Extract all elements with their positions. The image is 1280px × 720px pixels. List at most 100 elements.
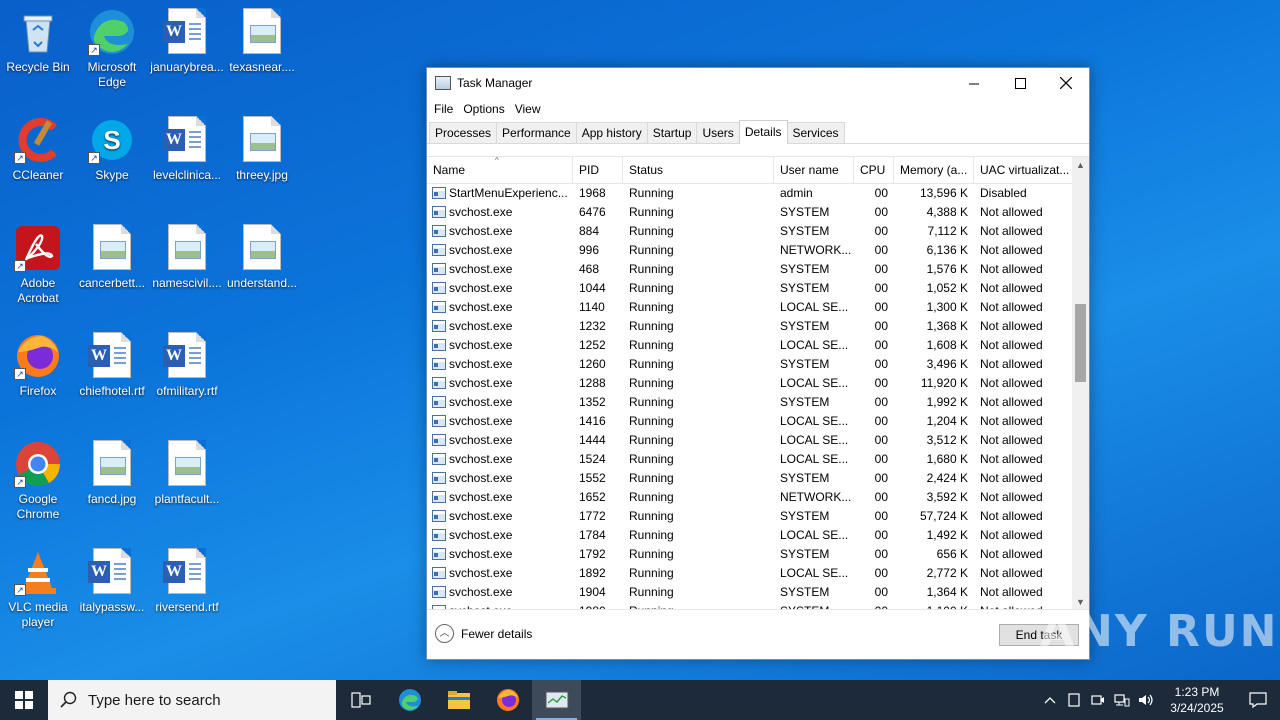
column-uac-virtualization[interactable]: UAC virtualizat... <box>974 157 1073 183</box>
menu-file[interactable]: File <box>429 102 458 116</box>
table-row[interactable]: svchost.exe 1416 Running LOCAL SE... 00 1,204… <box>427 412 1089 431</box>
desktop-icon[interactable]: Wofmilitary.rtf <box>149 332 225 399</box>
table-row[interactable]: svchost.exe 1232 Running SYSTEM 00 1,368 K Not… <box>427 317 1089 336</box>
table-row[interactable]: svchost.exe 1652 Running NETWORK... 00 3,592 … <box>427 488 1089 507</box>
desktop-icon[interactable]: understand... <box>224 224 300 291</box>
tray-meet-icon[interactable] <box>1086 680 1110 720</box>
desktop-icon[interactable]: ↗ Firefox <box>0 332 76 399</box>
cell-user-name: LOCAL SE... <box>780 300 849 314</box>
column-headers: ^ Name PID Status User name CPU Memory (… <box>427 157 1089 184</box>
cell-uac: Not allowed <box>980 433 1043 447</box>
desktop-icon[interactable]: ↗ Google Chrome <box>0 440 76 522</box>
process-icon <box>432 244 446 256</box>
table-row[interactable]: svchost.exe 6476 Running SYSTEM 00 4,388 K Not… <box>427 203 1089 222</box>
notifications-button[interactable] <box>1236 680 1280 720</box>
show-hidden-icons-button[interactable] <box>1038 680 1062 720</box>
table-row[interactable]: svchost.exe 468 Running SYSTEM 00 1,576 K Not … <box>427 260 1089 279</box>
tab-details[interactable]: Details <box>738 120 788 144</box>
desktop-icon[interactable]: Witalypassw... <box>74 548 150 615</box>
table-row[interactable]: svchost.exe 1772 Running SYSTEM 00 57,724 K No… <box>427 507 1089 526</box>
table-row[interactable]: svchost.exe 1792 Running SYSTEM 00 656 K Not a… <box>427 545 1089 564</box>
desktop-icon-label: italypassw... <box>79 600 145 614</box>
search-box[interactable]: Type here to search <box>48 680 336 720</box>
column-cpu[interactable]: CPU <box>854 157 894 183</box>
desktop-icon[interactable]: plantfacult... <box>149 440 225 507</box>
cell-memory: 1,204 K <box>926 414 968 428</box>
table-row[interactable]: StartMenuExperienc... 1968 Running admin 00 1… <box>427 184 1089 203</box>
table-row[interactable]: svchost.exe 1444 Running LOCAL SE... 00 3,512… <box>427 431 1089 450</box>
desktop-icon[interactable]: ↗ Microsoft Edge <box>74 8 150 90</box>
table-row[interactable]: svchost.exe 1892 Running LOCAL SE... 00 2,772… <box>427 564 1089 583</box>
menu-options[interactable]: Options <box>458 102 509 116</box>
desktop-icon[interactable]: Wchiefhotel.rtf <box>74 332 150 399</box>
desktop-icon[interactable]: cancerbett... <box>74 224 150 291</box>
table-row[interactable]: svchost.exe 1352 Running SYSTEM 00 1,992 K Not… <box>427 393 1089 412</box>
desktop-icon[interactable]: ↗ VLC media player <box>0 548 76 630</box>
table-row[interactable]: svchost.exe 1140 Running LOCAL SE... 00 1,300… <box>427 298 1089 317</box>
taskbar-task-manager[interactable] <box>532 680 581 720</box>
cell-user-name: NETWORK... <box>780 490 852 504</box>
process-name: svchost.exe <box>449 376 513 390</box>
tab-app-history[interactable]: App history <box>575 122 648 143</box>
cell-user-name: SYSTEM <box>780 281 830 295</box>
desktop-icon[interactable]: namescivil.... <box>149 224 225 291</box>
table-row[interactable]: svchost.exe 996 Running NETWORK... 00 6,136 K… <box>427 241 1089 260</box>
table-row[interactable]: svchost.exe 1044 Running SYSTEM 00 1,052 K Not… <box>427 279 1089 298</box>
desktop-icon[interactable]: threey.jpg <box>224 116 300 183</box>
desktop-icon[interactable]: Wjanuarybrea... <box>149 8 225 75</box>
maximize-button[interactable] <box>997 68 1043 98</box>
cell-user-name: LOCAL SE... <box>780 433 849 447</box>
desktop-icon[interactable]: texasnear.... <box>224 8 300 75</box>
tab-services[interactable]: Services <box>786 122 845 143</box>
desktop-icon[interactable]: Wriversend.rtf <box>149 548 225 615</box>
table-row[interactable]: svchost.exe 1904 Running SYSTEM 00 1,364 K Not… <box>427 583 1089 602</box>
column-memory[interactable]: Memory (a... <box>894 157 974 183</box>
menu-view[interactable]: View <box>510 102 546 116</box>
close-button[interactable] <box>1043 68 1089 98</box>
scroll-thumb[interactable] <box>1075 304 1086 382</box>
title-bar[interactable]: Task Manager <box>427 68 1089 98</box>
tray-app-icon[interactable] <box>1062 680 1086 720</box>
desktop-icon[interactable]: S ↗ Skype <box>74 116 150 183</box>
column-name[interactable]: Name <box>427 157 573 183</box>
table-row[interactable]: svchost.exe 1552 Running SYSTEM 00 2,424 K Not… <box>427 469 1089 488</box>
tab-users[interactable]: Users <box>696 122 740 143</box>
cell-pid: 1232 <box>579 319 606 333</box>
table-row[interactable]: svchost.exe 1252 Running LOCAL SE... 00 1,608… <box>427 336 1089 355</box>
taskbar-edge[interactable] <box>385 680 434 720</box>
column-user-name[interactable]: User name <box>774 157 854 183</box>
network-button[interactable] <box>1110 680 1134 720</box>
cell-user-name: LOCAL SE... <box>780 452 849 466</box>
desktop-icon[interactable]: Wlevelclinica... <box>149 116 225 183</box>
vertical-scrollbar[interactable]: ▲ ▼ <box>1072 157 1089 610</box>
column-status[interactable]: Status <box>623 157 774 183</box>
table-row[interactable]: svchost.exe 1288 Running LOCAL SE... 00 11,92… <box>427 374 1089 393</box>
tab-performance[interactable]: Performance <box>496 122 577 143</box>
tab-startup[interactable]: Startup <box>646 122 698 143</box>
task-view-button[interactable] <box>336 680 385 720</box>
taskbar-file-explorer[interactable] <box>434 680 483 720</box>
minimize-button[interactable] <box>951 68 997 98</box>
clock[interactable]: 1:23 PM 3/24/2025 <box>1158 684 1236 716</box>
table-row[interactable]: svchost.exe 1260 Running SYSTEM 00 3,496 K Not… <box>427 355 1089 374</box>
start-button[interactable] <box>0 680 48 720</box>
desktop-icon[interactable]: fancd.jpg <box>74 440 150 507</box>
volume-button[interactable] <box>1134 680 1158 720</box>
cell-name: svchost.exe <box>427 450 573 469</box>
taskbar-firefox[interactable] <box>483 680 532 720</box>
clock-date: 3/24/2025 <box>1170 701 1224 715</box>
cell-pid: 1444 <box>579 433 606 447</box>
table-row[interactable]: svchost.exe 1784 Running LOCAL SE... 00 1,492… <box>427 526 1089 545</box>
desktop-icon[interactable]: ↗ Adobe Acrobat <box>0 224 76 306</box>
scroll-up-icon[interactable]: ▲ <box>1072 157 1089 174</box>
table-row[interactable]: svchost.exe 884 Running SYSTEM 00 7,112 K Not … <box>427 222 1089 241</box>
desktop-icon[interactable]: ↗ CCleaner <box>0 116 76 183</box>
fewer-details-button[interactable]: ︿ Fewer details <box>435 624 532 643</box>
tab-processes[interactable]: Processes <box>429 122 498 143</box>
desktop-icon[interactable]: Recycle Bin <box>0 8 76 75</box>
table-row[interactable]: svchost.exe 1524 Running LOCAL SE... 00 1,680… <box>427 450 1089 469</box>
cell-status: Running <box>629 357 674 371</box>
column-pid[interactable]: PID <box>573 157 623 183</box>
cell-status: Running <box>629 205 674 219</box>
cell-status: Running <box>629 585 674 599</box>
